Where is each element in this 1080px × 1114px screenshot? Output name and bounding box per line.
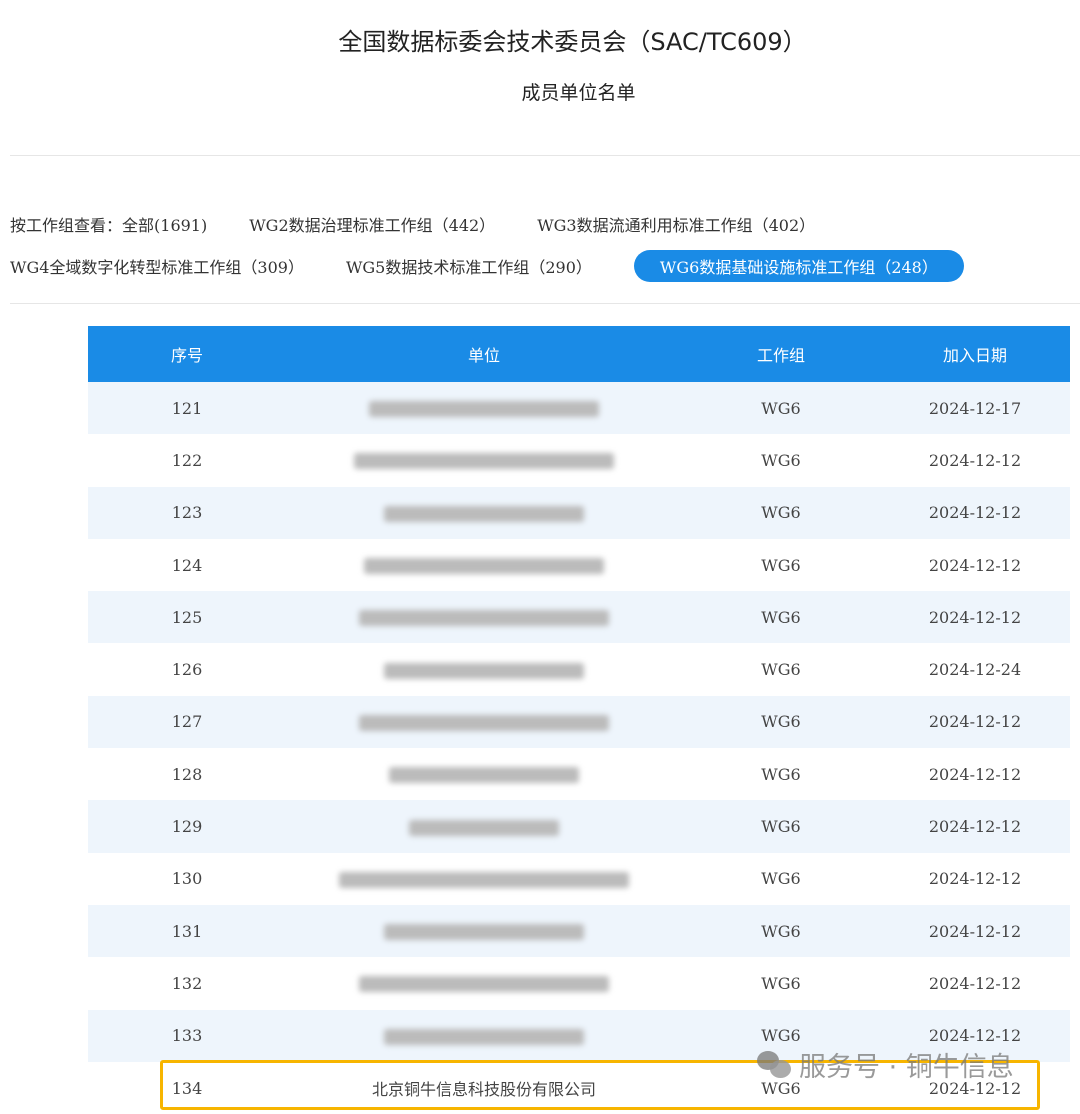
cell-no: 128 bbox=[171, 764, 203, 784]
cell-unit bbox=[286, 1009, 682, 1062]
filter-wg6[interactable]: WG6数据基础设施标准工作组（248） bbox=[633, 250, 964, 282]
cell-unit bbox=[286, 434, 682, 486]
redacted-unit bbox=[354, 453, 614, 470]
cell-date: 2024-12-12 bbox=[880, 591, 1070, 644]
table-row: 124 WG6 2024-12-12 bbox=[88, 539, 1070, 591]
cell-group: WG6 bbox=[761, 764, 801, 784]
cell-group: WG6 bbox=[761, 973, 801, 993]
cell-group: WG6 bbox=[682, 695, 880, 749]
cell-unit bbox=[286, 957, 682, 1009]
redacted-unit bbox=[384, 1028, 584, 1045]
group-filter: 按工作组查看： 全部(1691) WG2数据治理标准工作组（442） WG3数据… bbox=[10, 206, 1006, 290]
cell-no: 123 bbox=[88, 486, 286, 539]
table-row: 130 WG6 2024-12-12 bbox=[88, 853, 1070, 905]
cell-date: 2024-12-12 bbox=[928, 869, 1022, 889]
col-date: 加入日期 bbox=[880, 326, 1070, 382]
cell-date: 2024-12-24 bbox=[928, 660, 1022, 680]
redacted-unit bbox=[369, 401, 599, 418]
cell-date: 2024-12-12 bbox=[880, 486, 1070, 539]
table-row: 122 WG6 2024-12-12 bbox=[88, 434, 1070, 486]
table-row: 132 WG6 2024-12-12 bbox=[88, 957, 1070, 1009]
page-subtitle: 成员单位名单 bbox=[521, 82, 636, 104]
cell-group: WG6 bbox=[761, 660, 801, 680]
redacted-unit bbox=[359, 610, 609, 627]
cell-group: WG6 bbox=[761, 555, 801, 575]
redacted-unit bbox=[409, 819, 559, 836]
col-unit: 单位 bbox=[286, 326, 682, 382]
cell-no: 131 bbox=[88, 904, 286, 958]
table-row: 127 WG6 2024-12-12 bbox=[88, 695, 1070, 749]
cell-date: 2024-12-12 bbox=[928, 973, 1022, 993]
cell-no: 125 bbox=[88, 591, 286, 644]
cell-date: 2024-12-12 bbox=[928, 555, 1022, 575]
filter-wg2[interactable]: WG2数据治理标准工作组（442） bbox=[249, 212, 495, 236]
cell-unit bbox=[286, 382, 682, 435]
cell-unit bbox=[286, 539, 682, 591]
filter-wg5[interactable]: WG5数据技术标准工作组（290） bbox=[346, 254, 592, 278]
table-row: 128 WG6 2024-12-12 bbox=[88, 748, 1070, 800]
redacted-unit bbox=[339, 871, 629, 888]
divider bbox=[10, 155, 1080, 156]
page-title: 全国数据标委会技术委员会（SAC/TC609） bbox=[338, 28, 807, 56]
cell-no: 126 bbox=[171, 660, 203, 680]
cell-group: WG6 bbox=[682, 800, 880, 853]
cell-group: WG6 bbox=[682, 591, 880, 644]
cell-no: 129 bbox=[88, 800, 286, 853]
cell-unit bbox=[286, 748, 682, 800]
watermark-text: 服务号 · 铜牛信息 bbox=[799, 1052, 1014, 1083]
cell-no: 121 bbox=[88, 382, 286, 435]
cell-unit bbox=[286, 853, 682, 905]
redacted-unit bbox=[364, 558, 604, 575]
table-row: 129 WG6 2024-12-12 bbox=[88, 800, 1070, 853]
table-row: 123 WG6 2024-12-12 bbox=[88, 486, 1070, 539]
cell-no: 133 bbox=[88, 1009, 286, 1062]
filter-all[interactable]: 全部(1691) bbox=[122, 212, 207, 236]
cell-date: 2024-12-12 bbox=[880, 800, 1070, 853]
filter-label: 按工作组查看： bbox=[10, 216, 123, 235]
cell-date: 2024-12-17 bbox=[880, 382, 1070, 435]
col-no: 序号 bbox=[88, 326, 286, 382]
filter-wg3[interactable]: WG3数据流通利用标准工作组（402） bbox=[537, 212, 815, 236]
wechat-icon bbox=[757, 1050, 791, 1079]
cell-no: 130 bbox=[171, 869, 203, 889]
redacted-unit bbox=[384, 662, 584, 679]
cell-unit bbox=[286, 800, 682, 853]
filter-wg4[interactable]: WG4全域数字化转型标准工作组（309） bbox=[10, 254, 304, 278]
table-row: 131 WG6 2024-12-12 bbox=[88, 904, 1070, 958]
col-group: 工作组 bbox=[682, 326, 880, 382]
redacted-unit bbox=[359, 976, 609, 993]
table-row: 121 WG6 2024-12-17 bbox=[88, 382, 1070, 435]
cell-no: 127 bbox=[88, 695, 286, 749]
redacted-unit bbox=[359, 714, 609, 731]
table-row: 125 WG6 2024-12-12 bbox=[88, 591, 1070, 644]
divider bbox=[10, 303, 1080, 304]
cell-unit bbox=[286, 904, 682, 958]
cell-group: WG6 bbox=[682, 382, 880, 435]
cell-date: 2024-12-12 bbox=[880, 695, 1070, 749]
cell-no: 124 bbox=[171, 555, 203, 575]
cell-date: 2024-12-12 bbox=[928, 450, 1022, 470]
cell-unit bbox=[286, 591, 682, 644]
cell-group: WG6 bbox=[682, 904, 880, 958]
redacted-unit bbox=[384, 505, 584, 522]
cell-no: 122 bbox=[171, 450, 203, 470]
cell-unit bbox=[286, 486, 682, 539]
watermark: 服务号 · 铜牛信息 bbox=[757, 1045, 1014, 1084]
cell-group: WG6 bbox=[761, 869, 801, 889]
cell-unit bbox=[286, 695, 682, 749]
members-table: 序号 单位 工作组 加入日期 121 WG6 2024-12-17 122 WG6 202… bbox=[88, 326, 1070, 1114]
cell-date: 2024-12-12 bbox=[928, 764, 1022, 784]
redacted-unit bbox=[384, 924, 584, 941]
table-row: 126 WG6 2024-12-24 bbox=[88, 643, 1070, 695]
cell-date: 2024-12-12 bbox=[880, 904, 1070, 958]
cell-unit bbox=[286, 643, 682, 695]
cell-group: WG6 bbox=[761, 450, 801, 470]
cell-group: WG6 bbox=[682, 486, 880, 539]
redacted-unit bbox=[389, 767, 579, 784]
cell-no: 132 bbox=[171, 973, 203, 993]
